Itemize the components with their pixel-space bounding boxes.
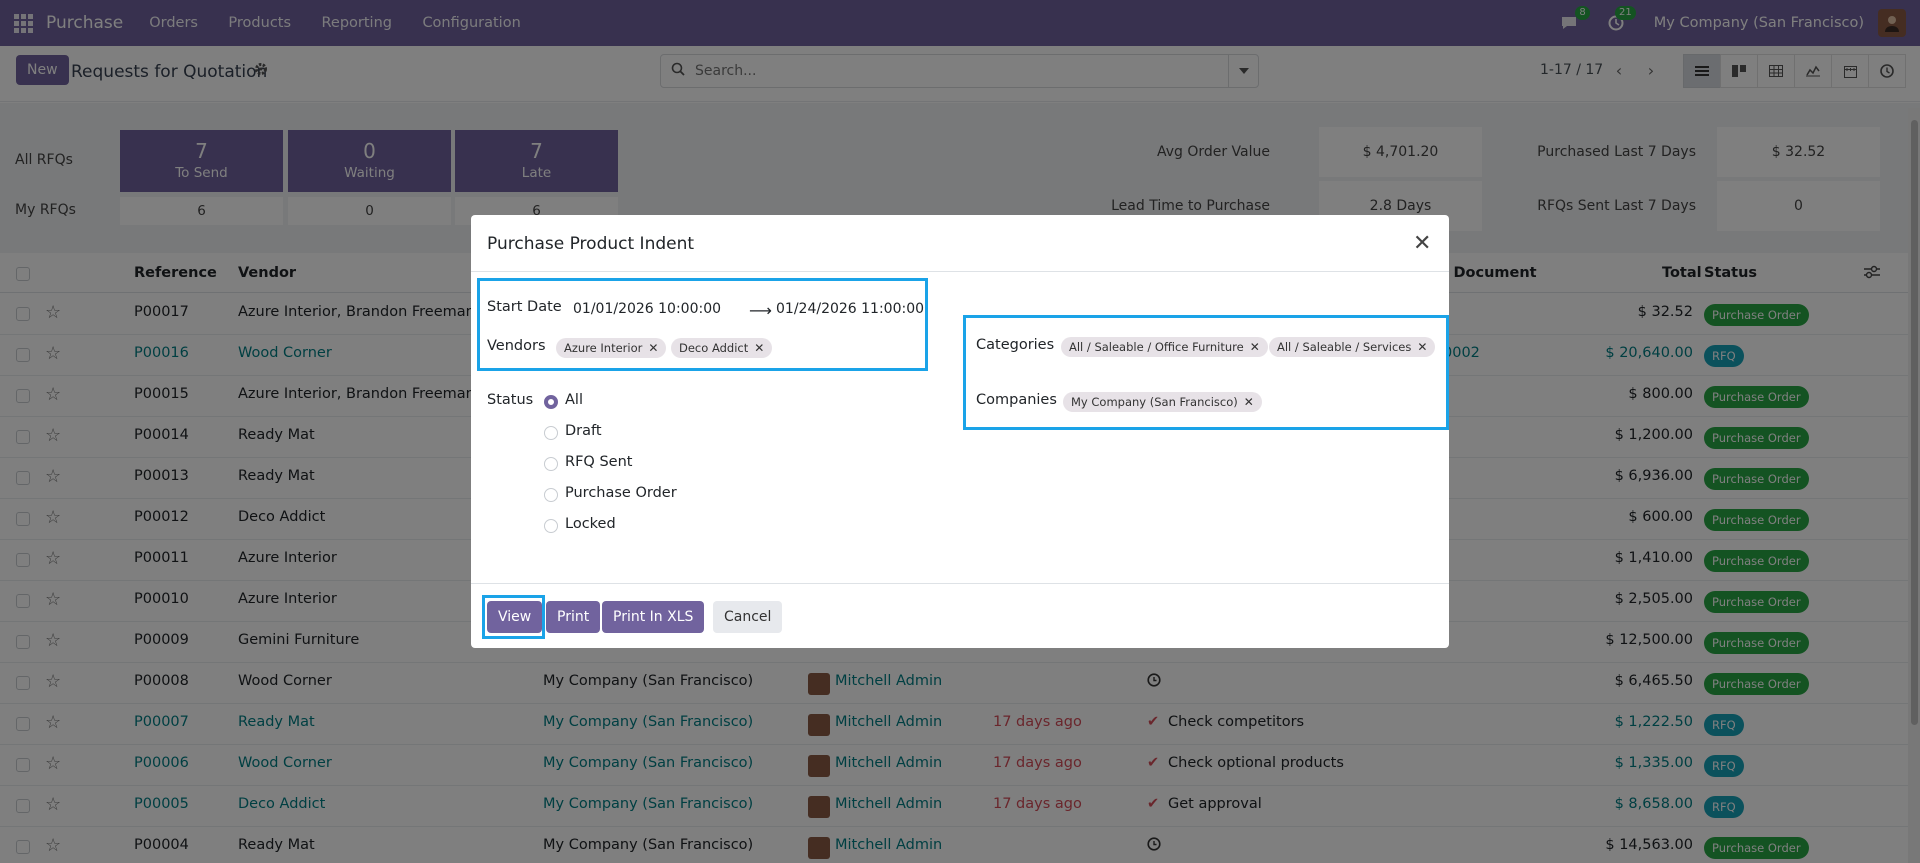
status-label: Status	[487, 392, 534, 408]
print-button[interactable]: Print	[546, 601, 601, 633]
status-radio-locked[interactable]	[544, 519, 558, 533]
highlight-date-vendors	[477, 278, 928, 371]
dialog-footer: View Print Print In XLS Cancel	[471, 583, 1449, 648]
status-option-locked[interactable]: Locked	[565, 516, 616, 532]
status-option-purchase-order[interactable]: Purchase Order	[565, 485, 677, 501]
highlight-categories-companies	[963, 315, 1449, 430]
status-radio-rfq-sent[interactable]	[544, 457, 558, 471]
status-option-rfq-sent[interactable]: RFQ Sent	[565, 454, 632, 470]
highlight-view-button	[482, 595, 545, 639]
status-radio-draft[interactable]	[544, 426, 558, 440]
dialog-title: Purchase Product Indent	[487, 234, 695, 254]
purchase-indent-dialog: Purchase Product Indent ✕ Start Date 01/…	[471, 215, 1449, 648]
status-option-all[interactable]: All	[565, 392, 583, 408]
status-option-draft[interactable]: Draft	[565, 423, 602, 439]
status-radio-purchase-order[interactable]	[544, 488, 558, 502]
dialog-header: Purchase Product Indent ✕	[471, 215, 1449, 272]
close-icon[interactable]: ✕	[1413, 233, 1431, 255]
cancel-button[interactable]: Cancel	[713, 601, 783, 633]
status-radio-all[interactable]	[544, 395, 558, 409]
print-xls-button[interactable]: Print In XLS	[602, 601, 705, 633]
